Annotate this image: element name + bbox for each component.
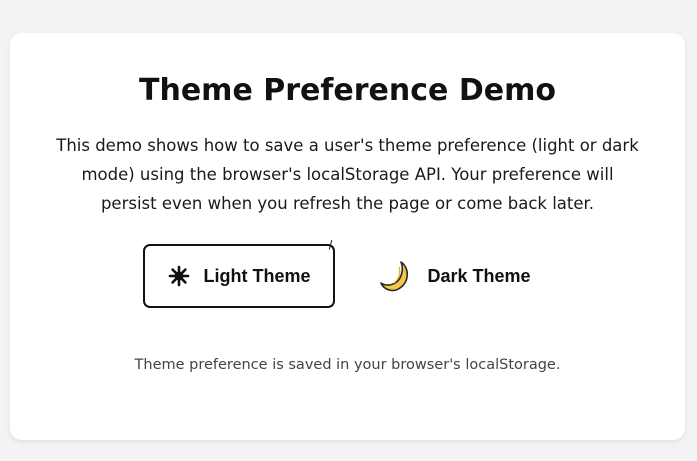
sun-icon <box>168 265 190 287</box>
page-description: This demo shows how to save a user's the… <box>56 136 639 213</box>
light-theme-button[interactable]: Light Theme <box>143 244 335 308</box>
dark-theme-button[interactable]: Dark Theme <box>365 244 545 308</box>
moon-icon <box>379 259 413 293</box>
dark-theme-label: Dark Theme <box>427 265 531 286</box>
light-theme-label: Light Theme <box>203 265 311 286</box>
page-title: Theme Preference Demo <box>139 73 556 108</box>
theme-demo-card: Theme Preference Demo This demo shows ho… <box>10 33 685 440</box>
storage-note: Theme preference is saved in your browse… <box>134 357 561 373</box>
